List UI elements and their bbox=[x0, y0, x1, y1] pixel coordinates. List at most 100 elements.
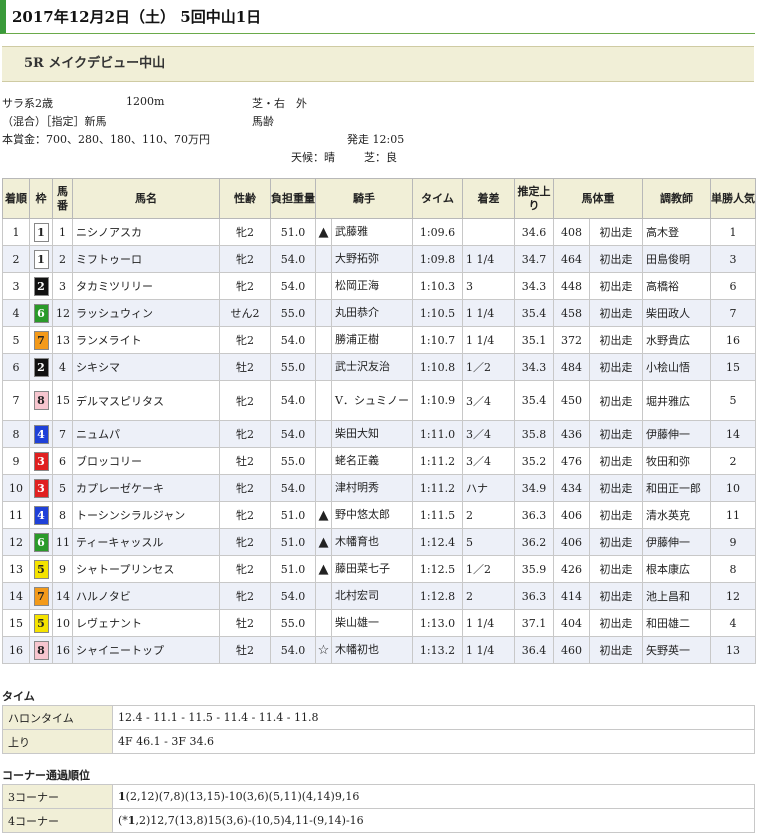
margin-cell: 1／2 bbox=[462, 353, 515, 381]
rank-cell: 14 bbox=[2, 582, 30, 610]
waku-cell: 5 bbox=[29, 609, 53, 637]
margin-cell: 3／4 bbox=[462, 380, 515, 421]
last3f-cell: 37.1 bbox=[514, 609, 554, 637]
table-row: 6 2 4 シキシマ 牡2 55.0 武士沢友治 1:10.8 1／2 34.3 484 初出走 小桧山… bbox=[2, 353, 756, 381]
weight-cell: 54.0 bbox=[270, 636, 316, 664]
waku-cell: 1 bbox=[29, 218, 53, 246]
horse-number-cell: 4 bbox=[52, 353, 73, 381]
rank-cell: 8 bbox=[2, 420, 30, 448]
race-weight-rule: 馬齢 bbox=[252, 115, 274, 128]
trainer-cell: 田島俊明 bbox=[642, 245, 711, 273]
popularity-cell: 4 bbox=[710, 609, 756, 637]
header-time: タイム bbox=[412, 178, 463, 219]
time-cell: 1:10.3 bbox=[412, 272, 463, 300]
weight-cell: 51.0 bbox=[270, 501, 316, 529]
waku-badge: 4 bbox=[33, 424, 49, 444]
horse-name-cell: デルマスピリタス bbox=[72, 380, 220, 421]
weight-change-cell: 初出走 bbox=[589, 420, 643, 448]
weight-change-cell: 初出走 bbox=[589, 636, 643, 664]
jockey-cell: 津村明秀 bbox=[331, 474, 413, 502]
corner4-label: 4コーナー bbox=[2, 808, 113, 833]
horse-name-cell: トーシンシラルジャン bbox=[72, 501, 220, 529]
jockey-cell: 松岡正海 bbox=[331, 272, 413, 300]
corner3-order: (2,12)(7,8)(13,15)-10(3,6)(5,11)(4,14)9,… bbox=[125, 790, 360, 803]
trainer-cell: 池上昌和 bbox=[642, 582, 711, 610]
margin-cell: 2 bbox=[462, 582, 515, 610]
waku-cell: 4 bbox=[29, 501, 53, 529]
last3f-cell: 36.2 bbox=[514, 528, 554, 556]
waku-cell: 3 bbox=[29, 474, 53, 502]
rank-cell: 7 bbox=[2, 380, 30, 421]
time-cell: 1:10.7 bbox=[412, 326, 463, 354]
weight-change-cell: 初出走 bbox=[589, 555, 643, 583]
jockey-cell: 木幡育也 bbox=[331, 528, 413, 556]
last3f-cell: 36.3 bbox=[514, 582, 554, 610]
jockey-cell: 大野拓弥 bbox=[331, 245, 413, 273]
weight-cell: 51.0 bbox=[270, 555, 316, 583]
weight-change-cell: 初出走 bbox=[589, 582, 643, 610]
rank-cell: 15 bbox=[2, 609, 30, 637]
body-weight-cell: 436 bbox=[553, 420, 590, 448]
horse-name-cell: シキシマ bbox=[72, 353, 220, 381]
margin-cell bbox=[462, 218, 515, 246]
body-weight-cell: 372 bbox=[553, 326, 590, 354]
waku-badge: 3 bbox=[33, 451, 49, 471]
popularity-cell: 11 bbox=[710, 501, 756, 529]
sex-age-cell: 牝2 bbox=[219, 474, 271, 502]
weight-cell: 55.0 bbox=[270, 353, 316, 381]
sex-age-cell: 牝2 bbox=[219, 272, 271, 300]
body-weight-cell: 434 bbox=[553, 474, 590, 502]
results-table: 着順 枠 馬番 馬名 性齢 負担重量 騎手 タイム 着差 推定上り 馬体重 調教… bbox=[2, 178, 756, 664]
last3f-cell: 36.4 bbox=[514, 636, 554, 664]
race-prize: 本賞金：700、280、180、110、70万円 bbox=[2, 133, 210, 146]
corner3-value: 1(2,12)(7,8)(13,15)-10(3,6)(5,11)(4,14)9… bbox=[112, 784, 755, 809]
time-cell: 1:11.5 bbox=[412, 501, 463, 529]
popularity-cell: 5 bbox=[710, 380, 756, 421]
weight-change-cell: 初出走 bbox=[589, 609, 643, 637]
race-going: 芝：良 bbox=[364, 151, 397, 164]
weight-cell: 54.0 bbox=[270, 245, 316, 273]
table-row: ハロンタイム 12.4 - 11.1 - 11.5 - 11.4 - 11.4 … bbox=[2, 705, 755, 730]
rank-cell: 6 bbox=[2, 353, 30, 381]
weight-cell: 54.0 bbox=[270, 474, 316, 502]
apprentice-mark bbox=[315, 582, 332, 610]
jockey-cell: 蛯名正義 bbox=[331, 447, 413, 475]
horse-name-cell: シャイニートップ bbox=[72, 636, 220, 664]
horse-number-cell: 15 bbox=[52, 380, 73, 421]
popularity-cell: 13 bbox=[710, 636, 756, 664]
horse-name-cell: ブロッコリー bbox=[72, 447, 220, 475]
weight-change-cell: 初出走 bbox=[589, 299, 643, 327]
table-row: 13 5 9 シャトープリンセス 牝2 51.0 ▲ 藤田菜七子 1:12.5 1／2 35.9 42… bbox=[2, 555, 756, 583]
waku-cell: 7 bbox=[29, 582, 53, 610]
margin-cell: 5 bbox=[462, 528, 515, 556]
table-row: 4コーナー (*1,2)12,7(13,8)15(3,6)-(10,5)4,11… bbox=[2, 808, 755, 833]
weight-change-cell: 初出走 bbox=[589, 474, 643, 502]
jockey-cell: V．シュミノー bbox=[331, 380, 413, 421]
time-cell: 1:09.6 bbox=[412, 218, 463, 246]
header-trainer: 調教師 bbox=[642, 178, 711, 219]
table-row: 16 8 16 シャイニートップ 牡2 54.0 ☆ 木幡初也 1:13.2 1 1/4 36.4 4… bbox=[2, 636, 756, 664]
race-weather: 天候：晴 bbox=[291, 151, 335, 164]
trainer-cell: 矢野英一 bbox=[642, 636, 711, 664]
popularity-cell: 2 bbox=[710, 447, 756, 475]
popularity-cell: 7 bbox=[710, 299, 756, 327]
last3f-cell: 35.9 bbox=[514, 555, 554, 583]
corner4-value: (*1,2)12,7(13,8)15(3,6)-(10,5)4,11-(9,14… bbox=[112, 808, 755, 833]
margin-cell: 1 1/4 bbox=[462, 299, 515, 327]
weight-change-cell: 初出走 bbox=[589, 447, 643, 475]
furlong-label: ハロンタイム bbox=[2, 705, 113, 730]
waku-badge: 5 bbox=[33, 559, 49, 579]
popularity-cell: 16 bbox=[710, 326, 756, 354]
table-row: 2 1 2 ミフトゥーロ 牝2 54.0 大野拓弥 1:09.8 1 1/4 34.7 464 初出走… bbox=[2, 245, 756, 273]
last-time-label: 上り bbox=[2, 729, 113, 754]
table-row: 15 5 10 レヴェナント 牡2 55.0 柴山雄一 1:13.0 1 1/4 37.1 404 初… bbox=[2, 609, 756, 637]
horse-number-cell: 6 bbox=[52, 447, 73, 475]
popularity-cell: 3 bbox=[710, 245, 756, 273]
race-conditions: （混合）［指定］新馬 bbox=[2, 115, 107, 128]
rank-cell: 5 bbox=[2, 326, 30, 354]
popularity-cell: 8 bbox=[710, 555, 756, 583]
horse-number-cell: 12 bbox=[52, 299, 73, 327]
table-row: 1 1 1 ニシノアスカ 牝2 51.0 ▲ 武藤雅 1:09.6 34.6 408 初出走 高木登 1 bbox=[2, 218, 756, 246]
jockey-cell: 武藤雅 bbox=[331, 218, 413, 246]
apprentice-mark: ▲ bbox=[315, 501, 332, 529]
